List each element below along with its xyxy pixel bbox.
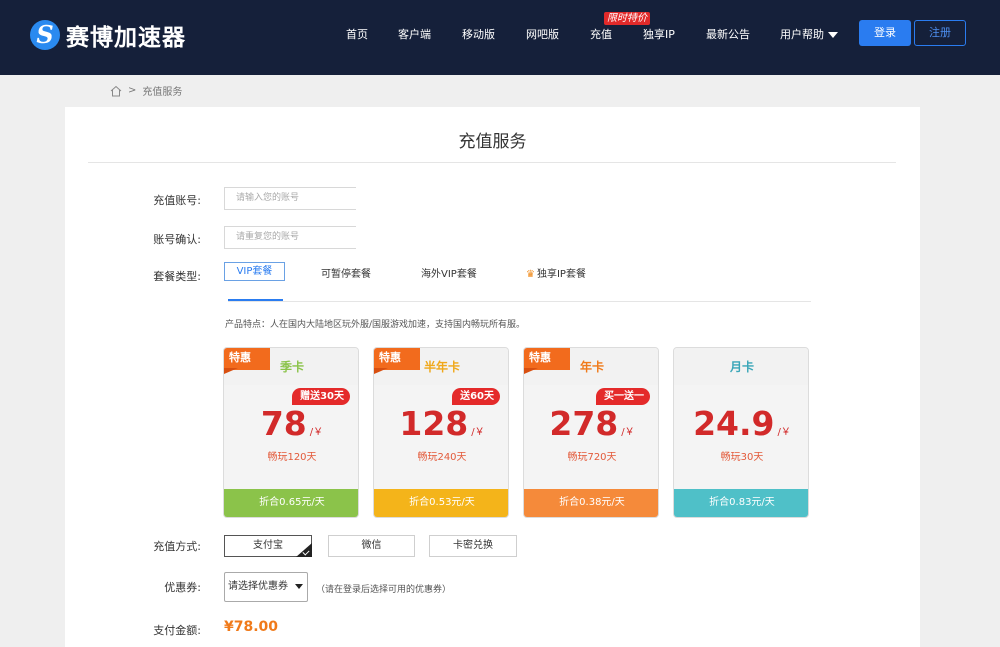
card-name: 月卡	[729, 360, 754, 374]
price-unit: /￥	[309, 427, 324, 438]
bonus-badge: 送60天	[452, 388, 500, 405]
chevron-down-icon	[295, 584, 303, 589]
nav-dedicated-ip[interactable]: 独享IP	[643, 26, 675, 42]
card-duration: 畅玩120天	[267, 452, 317, 463]
card-price: 128/￥	[374, 404, 508, 443]
plan-card-half-year[interactable]: 半年卡 特惠 送60天 128/￥ 畅玩240天 折合0.53元/天	[373, 347, 509, 518]
promo-badge: 特惠	[524, 348, 570, 374]
pay-card-button[interactable]: 卡密兑换	[429, 535, 517, 557]
card-duration: 畅玩720天	[567, 452, 617, 463]
plan-card-yearly[interactable]: 年卡 特惠 买一送一 278/￥ 畅玩720天 折合0.38元/天	[523, 347, 659, 518]
tab-overseas-vip[interactable]: 海外VIP套餐	[421, 265, 477, 280]
home-icon[interactable]	[110, 85, 122, 97]
amount-label: 支付金额:	[153, 624, 201, 637]
card-daily-rate: 折合0.53元/天	[374, 489, 508, 517]
pay-label: 充值方式:	[153, 540, 201, 553]
logo-text: 赛博加速器	[66, 25, 186, 51]
nav-home[interactable]: 首页	[346, 26, 368, 42]
plan-card-monthly[interactable]: 月卡 24.9/￥ 畅玩30天 折合0.83元/天	[673, 347, 809, 518]
product-feature: 产品特点：人在国内大陆地区玩外服/国服游戏加速，支持国内畅玩所有服。	[225, 320, 526, 330]
price-unit: /￥	[471, 427, 485, 438]
promo-badge: 特惠	[224, 348, 270, 374]
card-price: 278/￥	[524, 404, 658, 443]
nav-mobile[interactable]: 移动版	[462, 26, 495, 42]
breadcrumb-current: 充值服务	[142, 87, 183, 98]
price-unit: /￥	[621, 427, 635, 438]
coupon-selected: 请选择优惠券	[228, 581, 288, 592]
bonus-badge: 买一送一	[596, 388, 650, 405]
account-input[interactable]: 请输入您的账号	[224, 187, 356, 210]
logo-icon: S	[30, 20, 60, 50]
tab-dedicated-ip-label: 独享IP套餐	[536, 269, 586, 280]
price-value: 128	[399, 404, 469, 443]
tab-pausable[interactable]: 可暂停套餐	[321, 265, 371, 280]
price-value: 78	[260, 404, 307, 443]
hot-badge: 限时特价	[604, 12, 650, 25]
crown-icon: ♛	[526, 269, 535, 280]
pay-alipay-label: 支付宝	[253, 540, 283, 551]
card-price: 24.9/￥	[674, 404, 808, 443]
account-label: 充值账号:	[153, 194, 201, 207]
pay-wechat-button[interactable]: 微信	[328, 535, 415, 557]
price-value: 24.9	[693, 404, 775, 443]
breadcrumb-separator: >	[128, 85, 137, 96]
nav-recharge[interactable]: 充值	[590, 26, 612, 42]
nav-help-label: 用户帮助	[780, 28, 824, 41]
tab-vip[interactable]: VIP套餐	[224, 262, 285, 281]
card-duration: 畅玩30天	[720, 452, 764, 463]
caret-down-icon	[828, 32, 838, 38]
title-divider	[88, 162, 896, 163]
card-daily-rate: 折合0.38元/天	[524, 489, 658, 517]
bonus-badge: 赠送30天	[292, 388, 350, 405]
page-title: 充值服务	[458, 132, 527, 152]
top-header: S 赛博加速器 首页 客户端 移动版 网吧版 充值 限时特价 独享IP 最新公告…	[0, 0, 1000, 75]
card-price: 78/￥	[224, 404, 358, 443]
coupon-label: 优惠券:	[164, 581, 201, 594]
coupon-hint: （请在登录后选择可用的优惠券）	[316, 585, 452, 595]
price-unit: /￥	[777, 427, 791, 438]
package-label: 套餐类型:	[153, 270, 201, 283]
plan-card-quarterly[interactable]: 季卡 特惠 赠送30天 78/￥ 畅玩120天 折合0.65元/天	[223, 347, 359, 518]
nav-help[interactable]: 用户帮助	[780, 26, 838, 42]
coupon-select[interactable]: 请选择优惠券	[224, 572, 308, 602]
nav-client[interactable]: 客户端	[398, 26, 431, 42]
card-daily-rate: 折合0.65元/天	[224, 489, 358, 517]
nav-announcements[interactable]: 最新公告	[706, 26, 750, 42]
login-button[interactable]: 登录	[859, 20, 911, 46]
tab-dedicated-ip[interactable]: ♛ 独享IP套餐	[526, 265, 586, 280]
breadcrumb: > 充值服务	[110, 83, 182, 98]
confirm-input[interactable]: 请重复您的账号	[224, 226, 356, 249]
register-button[interactable]: 注册	[914, 20, 966, 46]
recharge-panel: 充值服务 充值账号: 请输入您的账号 账号确认: 请重复您的账号 套餐类型: V…	[65, 107, 920, 647]
check-icon	[296, 543, 312, 557]
price-value: 278	[549, 404, 619, 443]
amount-value: ¥78.00	[224, 619, 279, 635]
tab-divider	[228, 301, 811, 302]
promo-badge: 特惠	[374, 348, 420, 374]
logo[interactable]: S 赛博加速器	[30, 18, 186, 52]
card-duration: 畅玩240天	[417, 452, 467, 463]
confirm-label: 账号确认:	[153, 233, 201, 246]
pay-alipay-button[interactable]: 支付宝	[224, 535, 312, 557]
nav-netcafe[interactable]: 网吧版	[526, 26, 559, 42]
card-daily-rate: 折合0.83元/天	[674, 489, 808, 517]
